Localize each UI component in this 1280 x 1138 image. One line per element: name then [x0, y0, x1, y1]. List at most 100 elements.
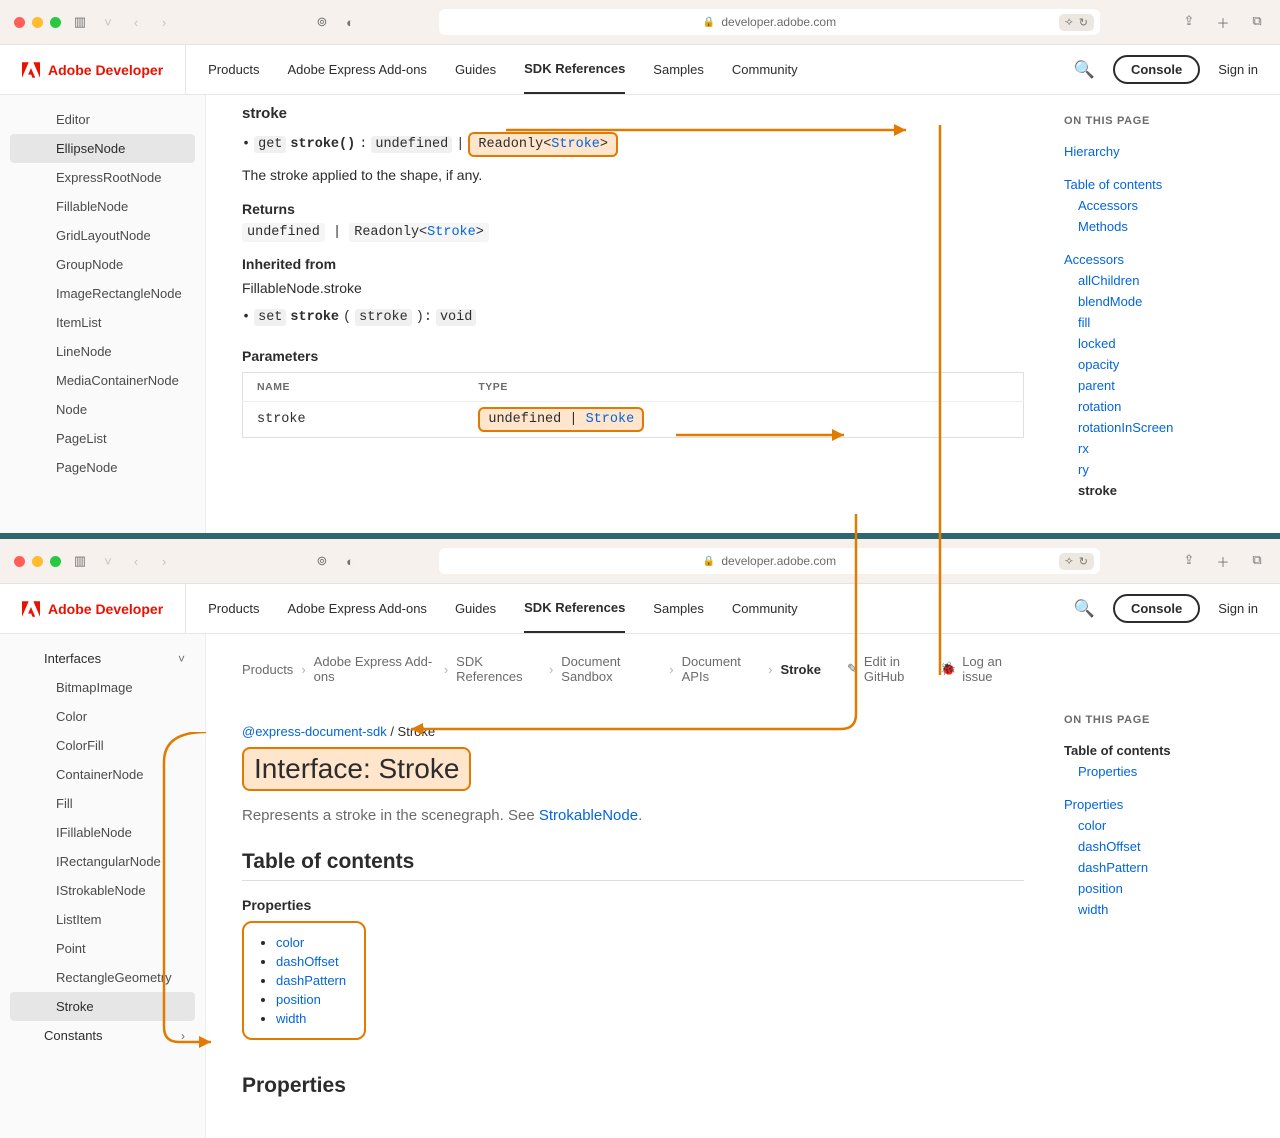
rrail-link[interactable]: Hierarchy — [1064, 141, 1270, 162]
addr-actions[interactable]: ⟢↻ — [1059, 553, 1094, 570]
sidebar-group-interfaces[interactable]: Interfaces˅ — [0, 644, 205, 673]
back-icon[interactable]: ‹ — [127, 15, 145, 30]
new-tab-icon[interactable]: ＋ — [1214, 13, 1232, 32]
sidebar-item[interactable]: RectangleGeometry — [0, 963, 205, 992]
search-icon[interactable]: 🔍 — [1074, 599, 1095, 619]
module-link[interactable]: @express-document-sdk — [242, 724, 387, 739]
tab-community[interactable]: Community — [732, 584, 798, 633]
rrail-link[interactable]: rotation — [1064, 396, 1270, 417]
sidebar-item[interactable]: GroupNode — [0, 250, 205, 279]
forward-icon[interactable]: › — [155, 15, 173, 30]
address-bar[interactable]: 🔒 developer.adobe.com ⟢↻ — [439, 548, 1100, 574]
chevron-down-icon[interactable]: ˅ — [99, 15, 117, 30]
sidebar-item[interactable]: IStrokableNode — [0, 876, 205, 905]
sidebar-item[interactable]: ColorFill — [0, 731, 205, 760]
sidebar-item[interactable]: Node — [0, 395, 205, 424]
sidebar-item[interactable]: GridLayoutNode — [0, 221, 205, 250]
rrail-link[interactable]: position — [1064, 878, 1270, 899]
back-icon[interactable]: ‹ — [127, 554, 145, 569]
prop-link[interactable]: color — [276, 935, 304, 950]
prop-link[interactable]: dashOffset — [276, 954, 339, 969]
tab-products[interactable]: Products — [208, 45, 259, 94]
address-bar[interactable]: 🔒 developer.adobe.com ⟢↻ — [439, 9, 1100, 35]
edit-github-link[interactable]: ✎Edit in GitHub — [847, 654, 932, 684]
new-tab-icon[interactable]: ＋ — [1214, 552, 1232, 571]
rrail-link[interactable]: dashPattern — [1064, 857, 1270, 878]
rrail-link[interactable]: ry — [1064, 459, 1270, 480]
sidebar-item[interactable]: BitmapImage — [0, 673, 205, 702]
addr-actions[interactable]: ⟢↻ — [1059, 14, 1094, 31]
sidebar-item[interactable]: ListItem — [0, 905, 205, 934]
sidebar-item[interactable]: Point — [0, 934, 205, 963]
rrail-link[interactable]: Accessors — [1064, 195, 1270, 216]
prop-link[interactable]: dashPattern — [276, 973, 346, 988]
signin-link[interactable]: Sign in — [1218, 62, 1258, 77]
reader-icon[interactable]: ◐ — [341, 15, 359, 30]
desc-link[interactable]: StrokableNode — [539, 807, 638, 824]
sidebar-item[interactable]: ItemList — [0, 308, 205, 337]
prop-link[interactable]: position — [276, 992, 321, 1007]
sidebar-item[interactable]: ContainerNode — [0, 760, 205, 789]
tab-addons[interactable]: Adobe Express Add-ons — [287, 584, 426, 633]
brand[interactable]: Adobe Developer — [22, 584, 186, 633]
rrail-link[interactable]: width — [1064, 899, 1270, 920]
signin-link[interactable]: Sign in — [1218, 601, 1258, 616]
minimize-window-button[interactable] — [32, 556, 43, 567]
rrail-link-current[interactable]: stroke — [1064, 480, 1270, 501]
tab-sdk-references[interactable]: SDK References — [524, 584, 625, 633]
tab-community[interactable]: Community — [732, 45, 798, 94]
rrail-link[interactable]: opacity — [1064, 354, 1270, 375]
search-icon[interactable]: 🔍 — [1074, 60, 1095, 80]
sidebar-toggle-icon[interactable]: ▥ — [71, 553, 89, 569]
tab-guides[interactable]: Guides — [455, 45, 496, 94]
sidebar-item[interactable]: Fill — [0, 789, 205, 818]
sidebar-item[interactable]: ExpressRootNode — [0, 163, 205, 192]
rrail-link[interactable]: Methods — [1064, 216, 1270, 237]
sidebar-item[interactable]: ImageRectangleNode — [0, 279, 205, 308]
sidebar-item[interactable]: MediaContainerNode — [0, 366, 205, 395]
rrail-link[interactable]: color — [1064, 815, 1270, 836]
breadcrumb-item[interactable]: Products — [242, 662, 293, 677]
console-button[interactable]: Console — [1113, 594, 1200, 623]
brand[interactable]: Adobe Developer — [22, 45, 186, 94]
shield-icon[interactable]: ⊚ — [313, 14, 331, 30]
share-icon[interactable]: ⇪ — [1180, 552, 1198, 571]
rrail-link[interactable]: parent — [1064, 375, 1270, 396]
tabs-icon[interactable]: ⧉ — [1248, 552, 1266, 571]
close-window-button[interactable] — [14, 17, 25, 28]
breadcrumb-item[interactable]: Document APIs — [682, 654, 760, 684]
breadcrumb-item[interactable]: Adobe Express Add-ons — [314, 654, 436, 684]
sidebar-item[interactable]: FillableNode — [0, 192, 205, 221]
tab-guides[interactable]: Guides — [455, 584, 496, 633]
rrail-link[interactable]: rx — [1064, 438, 1270, 459]
tab-samples[interactable]: Samples — [653, 584, 704, 633]
reader-icon[interactable]: ◐ — [341, 554, 359, 569]
tabs-icon[interactable]: ⧉ — [1248, 13, 1266, 32]
rrail-link[interactable]: fill — [1064, 312, 1270, 333]
breadcrumb-item[interactable]: Document Sandbox — [561, 654, 661, 684]
sidebar-group-constants[interactable]: Constants› — [0, 1021, 205, 1050]
chevron-down-icon[interactable]: ˅ — [99, 554, 117, 569]
share-icon[interactable]: ⇪ — [1180, 13, 1198, 32]
tab-products[interactable]: Products — [208, 584, 259, 633]
sidebar-item[interactable]: LineNode — [0, 337, 205, 366]
tab-sdk-references[interactable]: SDK References — [524, 45, 625, 94]
rrail-link[interactable]: Accessors — [1064, 249, 1270, 270]
sidebar-toggle-icon[interactable]: ▥ — [71, 14, 89, 30]
rrail-link[interactable]: Properties — [1064, 794, 1270, 815]
sidebar-item[interactable]: Editor — [0, 105, 205, 134]
breadcrumb-item[interactable]: SDK References — [456, 654, 541, 684]
prop-link[interactable]: width — [276, 1011, 306, 1026]
tab-addons[interactable]: Adobe Express Add-ons — [287, 45, 426, 94]
console-button[interactable]: Console — [1113, 55, 1200, 84]
shield-icon[interactable]: ⊚ — [313, 553, 331, 569]
rrail-link[interactable]: Table of contents — [1064, 174, 1270, 195]
fullscreen-window-button[interactable] — [50, 556, 61, 567]
rrail-link[interactable]: rotationInScreen — [1064, 417, 1270, 438]
rrail-link[interactable]: blendMode — [1064, 291, 1270, 312]
forward-icon[interactable]: › — [155, 554, 173, 569]
rrail-link[interactable]: Properties — [1064, 761, 1270, 782]
sidebar-item-selected[interactable]: Stroke — [10, 992, 195, 1021]
rrail-link[interactable]: locked — [1064, 333, 1270, 354]
minimize-window-button[interactable] — [32, 17, 43, 28]
